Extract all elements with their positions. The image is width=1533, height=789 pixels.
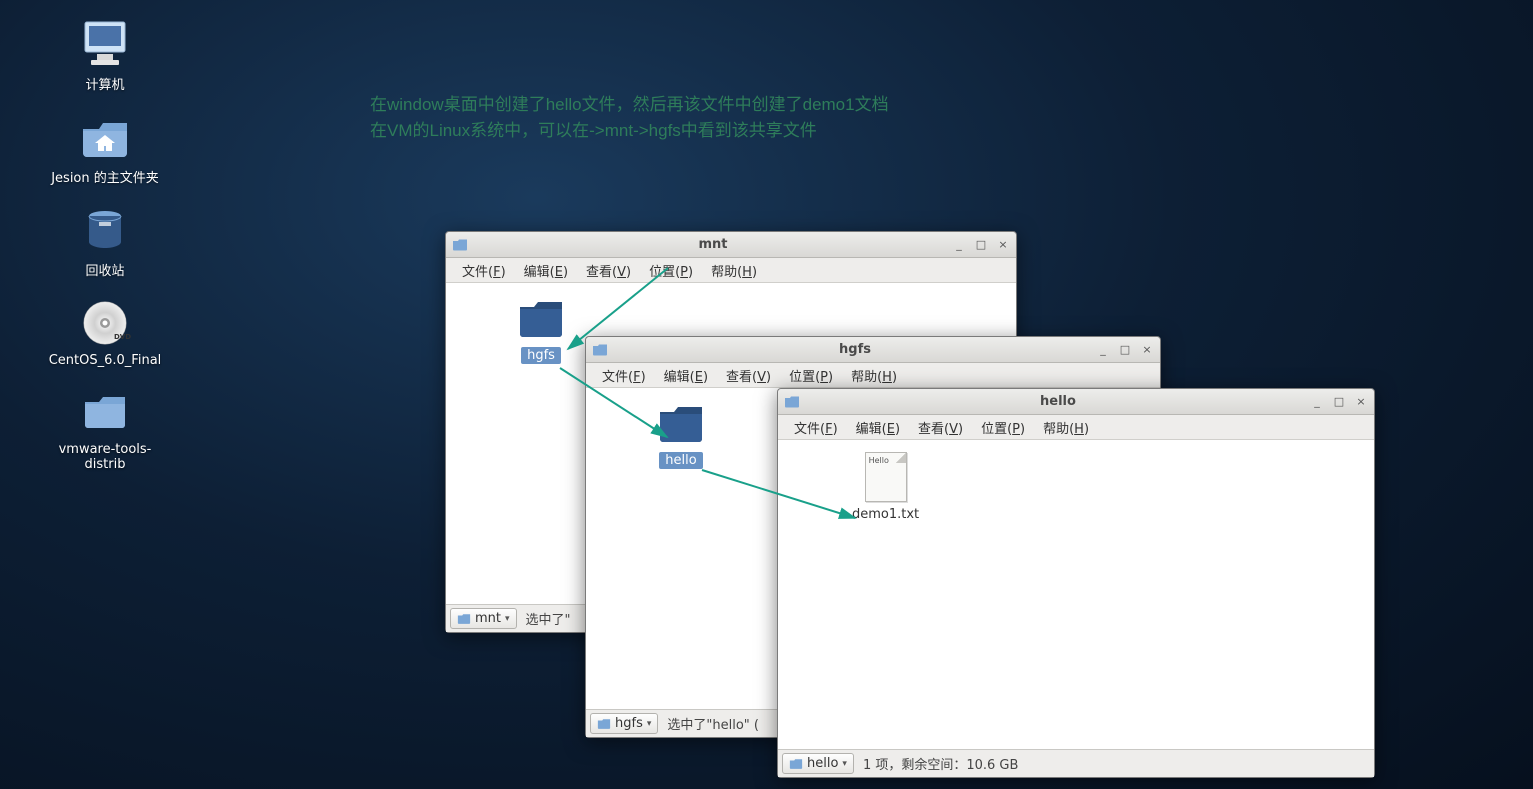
path-button[interactable]: mnt ▾ (450, 608, 517, 629)
maximize-button[interactable]: □ (1332, 395, 1346, 409)
desktop-dvd-label: CentOS_6.0_Final (49, 353, 162, 368)
minimize-button[interactable]: _ (1096, 343, 1110, 357)
minimize-button[interactable]: _ (952, 238, 966, 252)
folder-label: hello (659, 452, 702, 469)
path-button[interactable]: hello ▾ (782, 753, 854, 774)
folder-icon (516, 295, 566, 343)
text-file-icon: Hello (865, 452, 907, 502)
window-buttons: _ □ × (1096, 343, 1154, 357)
maximize-button[interactable]: □ (974, 238, 988, 252)
desktop-vmware-tools-label: vmware-tools-distrib (59, 442, 152, 472)
folder-label: hgfs (521, 347, 561, 364)
menu-places[interactable]: 位置(P) (641, 259, 701, 282)
folder-icon (789, 757, 803, 771)
chevron-down-icon: ▾ (505, 614, 510, 624)
close-button[interactable]: × (1140, 343, 1154, 357)
desktop-home-label: Jesion 的主文件夹 (51, 167, 159, 186)
path-label: hgfs (615, 716, 643, 731)
annotation-text: 在window桌面中创建了hello文件，然后再该文件中创建了demo1文档 在… (370, 92, 889, 144)
menubar: 文件(F) 编辑(E) 查看(V) 位置(P) 帮助(H) (586, 363, 1160, 388)
close-button[interactable]: × (1354, 395, 1368, 409)
desktop-trash[interactable]: 回收站 (40, 204, 170, 279)
status-text: 选中了" (526, 609, 571, 628)
window-buttons: _ □ × (1310, 395, 1368, 409)
menu-file[interactable]: 文件(F) (454, 259, 514, 282)
path-button[interactable]: hgfs ▾ (590, 713, 658, 734)
menu-view[interactable]: 查看(V) (910, 416, 971, 439)
desktop-home[interactable]: Jesion 的主文件夹 (40, 111, 170, 186)
folder-icon (452, 237, 468, 253)
path-label: mnt (475, 611, 501, 626)
folder-icon (597, 717, 611, 731)
titlebar[interactable]: hello _ □ × (778, 389, 1374, 415)
menu-file[interactable]: 文件(F) (786, 416, 846, 439)
desktop-icons: 计算机 Jesion 的主文件夹 回收站 DVD CentOS_6.0_Fina… (40, 18, 170, 490)
file-label: demo1.txt (846, 506, 925, 523)
desktop-computer[interactable]: 计算机 (40, 18, 170, 93)
folder-icon (656, 400, 706, 448)
titlebar[interactable]: mnt _ □ × (446, 232, 1016, 258)
folder-icon (592, 342, 608, 358)
window-title: hello (806, 394, 1310, 409)
menu-edit[interactable]: 编辑(E) (516, 259, 576, 282)
computer-icon (79, 18, 131, 70)
maximize-button[interactable]: □ (1118, 343, 1132, 357)
folder-icon (79, 386, 131, 438)
dvd-icon: DVD (79, 297, 131, 349)
minimize-button[interactable]: _ (1310, 395, 1324, 409)
desktop-vmware-tools[interactable]: vmware-tools-distrib (40, 386, 170, 472)
folder-icon (784, 394, 800, 410)
folder-hgfs[interactable]: hgfs (516, 295, 566, 364)
menu-edit[interactable]: 编辑(E) (656, 364, 716, 387)
menu-places[interactable]: 位置(P) (781, 364, 841, 387)
menu-edit[interactable]: 编辑(E) (848, 416, 908, 439)
close-button[interactable]: × (996, 238, 1010, 252)
window-title: hgfs (614, 342, 1096, 357)
path-label: hello (807, 756, 838, 771)
menu-help[interactable]: 帮助(H) (703, 259, 765, 282)
menu-places[interactable]: 位置(P) (973, 416, 1033, 439)
file-demo1[interactable]: Hello demo1.txt (846, 452, 925, 523)
menu-help[interactable]: 帮助(H) (1035, 416, 1097, 439)
folder-icon (457, 612, 471, 626)
svg-text:DVD: DVD (114, 333, 131, 341)
desktop-computer-label: 计算机 (85, 74, 124, 93)
menu-view[interactable]: 查看(V) (578, 259, 639, 282)
chevron-down-icon: ▾ (842, 759, 847, 769)
file-viewport[interactable]: Hello demo1.txt (778, 440, 1374, 749)
menubar: 文件(F) 编辑(E) 查看(V) 位置(P) 帮助(H) (446, 258, 1016, 283)
menu-view[interactable]: 查看(V) (718, 364, 779, 387)
folder-hello[interactable]: hello (656, 400, 706, 469)
desktop-dvd[interactable]: DVD CentOS_6.0_Final (40, 297, 170, 368)
desktop-trash-label: 回收站 (85, 260, 124, 279)
home-folder-icon (79, 111, 131, 163)
menu-help[interactable]: 帮助(H) (843, 364, 905, 387)
window-buttons: _ □ × (952, 238, 1010, 252)
window-title: mnt (474, 237, 952, 252)
trash-icon (79, 204, 131, 256)
statusbar: hello ▾ 1 项，剩余空间：10.6 GB (778, 749, 1374, 777)
menu-file[interactable]: 文件(F) (594, 364, 654, 387)
chevron-down-icon: ▾ (647, 719, 652, 729)
status-text: 1 项，剩余空间：10.6 GB (863, 754, 1018, 773)
window-hello[interactable]: hello _ □ × 文件(F) 编辑(E) 查看(V) 位置(P) 帮助(H… (777, 388, 1375, 778)
menubar: 文件(F) 编辑(E) 查看(V) 位置(P) 帮助(H) (778, 415, 1374, 440)
titlebar[interactable]: hgfs _ □ × (586, 337, 1160, 363)
status-text: 选中了"hello" ( (667, 714, 759, 733)
